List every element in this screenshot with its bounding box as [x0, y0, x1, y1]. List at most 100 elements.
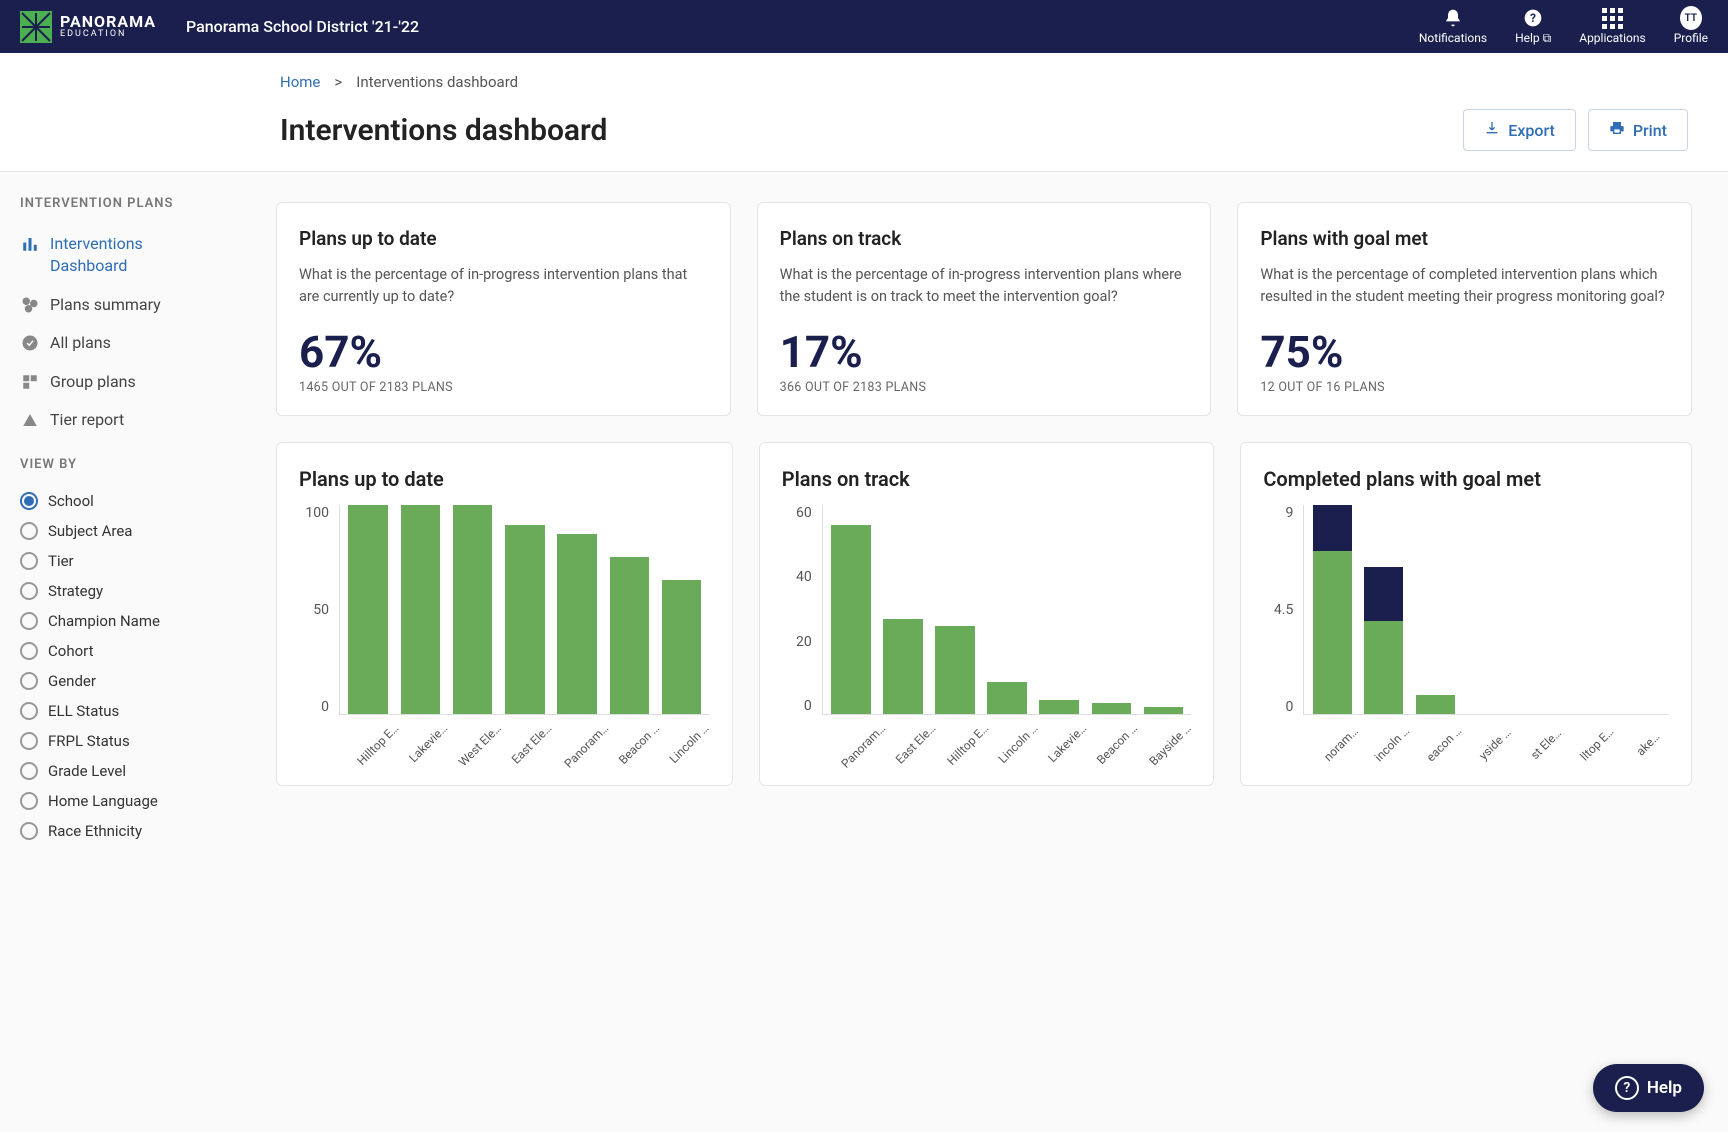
bar[interactable] [879, 505, 927, 714]
kpi-title: Plans up to date [299, 227, 708, 250]
bar[interactable] [1411, 505, 1459, 714]
print-icon [1609, 120, 1625, 140]
chart-plans-up-to-date: Plans up to date 100500Hilltop E…Lakevie… [276, 442, 733, 786]
nav-applications[interactable]: Applications [1579, 7, 1645, 46]
radio-icon [20, 762, 38, 780]
radio-icon [20, 492, 38, 510]
sidebar-item-group[interactable]: Group plans [12, 363, 228, 401]
main-content: Plans up to date What is the percentage … [240, 172, 1728, 870]
viewby-option-cohort[interactable]: Cohort [12, 636, 228, 666]
nav-profile[interactable]: TT Profile [1674, 7, 1708, 46]
kpi-sub: 1465 OUT OF 2183 PLANS [299, 380, 708, 395]
radio-icon [20, 792, 38, 810]
sidebar-item-summary[interactable]: Plans summary [12, 286, 228, 324]
bar[interactable] [1087, 505, 1135, 714]
breadcrumb-current: Interventions dashboard [356, 73, 518, 91]
group-icon [20, 373, 40, 391]
breadcrumb-home[interactable]: Home [280, 73, 320, 91]
chart-plans-on-track: Plans on track 6040200Panoram…East Ele…H… [759, 442, 1215, 786]
bar[interactable] [658, 505, 706, 714]
viewby-label: ELL Status [48, 702, 119, 720]
kpi-card: Plans up to date What is the percentage … [276, 202, 731, 416]
chart-title: Plans up to date [299, 467, 710, 491]
bar[interactable] [1617, 505, 1665, 714]
brand-logo[interactable]: PANORAMA EDUCATION [20, 11, 156, 43]
radio-icon [20, 672, 38, 690]
bar[interactable] [553, 505, 601, 714]
bar[interactable] [1308, 505, 1356, 714]
bar[interactable] [1035, 505, 1083, 714]
viewby-option-strategy[interactable]: Strategy [12, 576, 228, 606]
radio-icon [20, 732, 38, 750]
svg-text:?: ? [1530, 11, 1536, 25]
bar[interactable] [983, 505, 1031, 714]
bar[interactable] [1463, 505, 1511, 714]
sidebar-item-label: Plans summary [50, 294, 161, 316]
export-button[interactable]: Export [1463, 109, 1576, 151]
sidebar-heading-plans: INTERVENTION PLANS [20, 196, 220, 211]
kpi-value: 75% [1260, 330, 1669, 374]
bar[interactable] [1139, 505, 1187, 714]
viewby-label: Race Ethnicity [48, 822, 142, 840]
top-nav: PANORAMA EDUCATION Panorama School Distr… [0, 0, 1728, 53]
logo-mark-icon [20, 11, 52, 43]
viewby-option-ell-status[interactable]: ELL Status [12, 696, 228, 726]
download-icon [1484, 120, 1500, 140]
viewby-option-champion-name[interactable]: Champion Name [12, 606, 228, 636]
sidebar-item-label: All plans [50, 332, 111, 354]
viewby-label: Cohort [48, 642, 94, 660]
district-name: Panorama School District '21-'22 [186, 17, 419, 36]
bar[interactable] [827, 505, 875, 714]
dash-icon [20, 235, 40, 253]
print-button[interactable]: Print [1588, 109, 1688, 151]
bar[interactable] [1514, 505, 1562, 714]
sidebar-item-all[interactable]: All plans [12, 324, 228, 362]
radio-icon [20, 522, 38, 540]
viewby-label: Home Language [48, 792, 158, 810]
kpi-title: Plans on track [780, 227, 1189, 250]
bar[interactable] [501, 505, 549, 714]
kpi-description: What is the percentage of in-progress in… [299, 264, 708, 308]
breadcrumb-separator: > [334, 73, 342, 91]
bar[interactable] [605, 505, 653, 714]
viewby-option-grade-level[interactable]: Grade Level [12, 756, 228, 786]
viewby-option-school[interactable]: School [12, 486, 228, 516]
viewby-option-home-language[interactable]: Home Language [12, 786, 228, 816]
kpi-card: Plans on track What is the percentage of… [757, 202, 1212, 416]
sidebar: INTERVENTION PLANS Interventions Dashboa… [0, 172, 240, 870]
bell-icon [1442, 7, 1464, 29]
bar[interactable] [1360, 505, 1408, 714]
nav-help[interactable]: ? Help ⧉ [1515, 7, 1551, 46]
radio-icon [20, 702, 38, 720]
bar[interactable] [396, 505, 444, 714]
tier-icon [20, 411, 40, 429]
radio-icon [20, 552, 38, 570]
radio-icon [20, 612, 38, 630]
help-icon: ? [1522, 7, 1544, 29]
viewby-option-tier[interactable]: Tier [12, 546, 228, 576]
bar[interactable] [344, 505, 392, 714]
bar[interactable] [449, 505, 497, 714]
kpi-sub: 12 OUT OF 16 PLANS [1260, 380, 1669, 395]
kpi-sub: 366 OUT OF 2183 PLANS [780, 380, 1189, 395]
viewby-label: Subject Area [48, 522, 132, 540]
viewby-option-race-ethnicity[interactable]: Race Ethnicity [12, 816, 228, 846]
sidebar-heading-viewby: VIEW BY [20, 457, 220, 472]
viewby-option-subject-area[interactable]: Subject Area [12, 516, 228, 546]
radio-icon [20, 822, 38, 840]
help-widget[interactable]: ? Help [1593, 1064, 1704, 1112]
viewby-label: Strategy [48, 582, 103, 600]
viewby-option-gender[interactable]: Gender [12, 666, 228, 696]
nav-notifications[interactable]: Notifications [1419, 7, 1487, 46]
bar[interactable] [931, 505, 979, 714]
bar[interactable] [1566, 505, 1614, 714]
sidebar-item-dash[interactable]: Interventions Dashboard [12, 225, 228, 286]
radio-icon [20, 582, 38, 600]
kpi-card: Plans with goal met What is the percenta… [1237, 202, 1692, 416]
chart-completed-goal-met: Completed plans with goal met 94.50noram… [1240, 442, 1692, 786]
sidebar-item-tier[interactable]: Tier report [12, 401, 228, 439]
viewby-label: FRPL Status [48, 732, 130, 750]
radio-icon [20, 642, 38, 660]
viewby-option-frpl-status[interactable]: FRPL Status [12, 726, 228, 756]
viewby-label: Tier [48, 552, 74, 570]
